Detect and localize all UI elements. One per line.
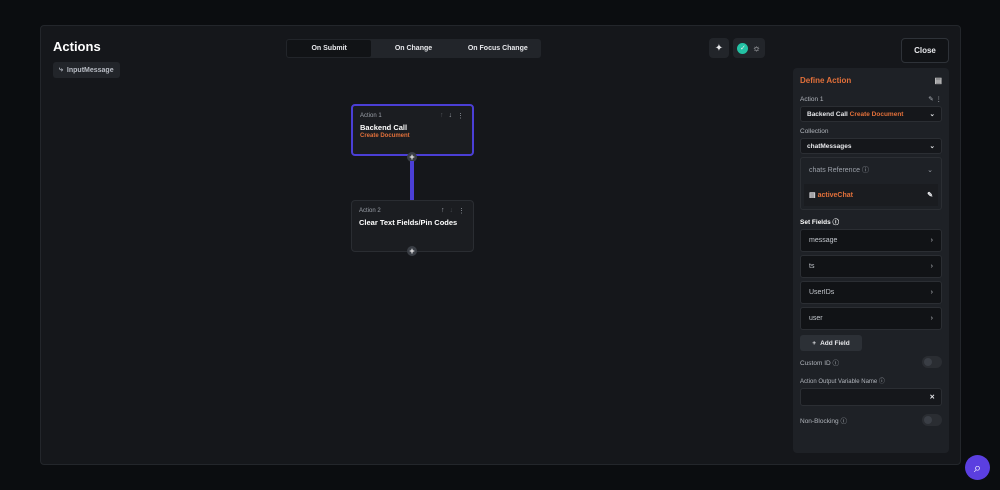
collection-select[interactable]: chatMessages ⌄ [800,138,942,154]
action-type: Backend Call [807,110,848,118]
define-action-panel: Define Action ▤ Action 1 ✎ ⋮ Backend Call … [793,68,949,453]
edit-icon[interactable]: ✎ [927,191,933,199]
chevron-right-icon: › [930,315,933,322]
more-icon[interactable]: ⋮ [457,112,464,120]
output-var-input[interactable]: ✕ [800,388,942,406]
action-name: Backend Call [360,123,408,132]
bug-icon: ☼ [752,43,761,53]
action-subtype: Create Document [849,110,904,118]
reference-label: chats Reference [809,167,860,174]
connector [410,161,414,201]
clear-icon[interactable]: ✕ [930,393,935,401]
info-icon: ⓘ [861,167,869,174]
add-action-button[interactable]: + [407,246,417,256]
field-row[interactable]: message › [800,229,942,252]
plus-icon: + [812,339,817,347]
field-name: ts [809,263,815,270]
non-blocking-toggle[interactable] [922,414,942,426]
action-name: Clear Text Fields/Pin Codes [359,218,458,227]
search-icon: ⌕ [973,459,982,475]
page-title: Actions [53,39,101,54]
action-label: Action 1 [800,95,824,103]
check-icon: ✓ [737,42,749,54]
chevron-down-icon: ⌄ [929,143,935,150]
chevron-right-icon: › [930,263,933,270]
ai-button[interactable]: ✦ [709,38,729,58]
arrow-up-icon[interactable]: ↑ [440,112,444,120]
field-row[interactable]: user › [800,307,942,330]
edit-icon[interactable]: ✎ ⋮ [928,95,942,103]
search-button[interactable]: ⌕ [965,455,990,480]
non-blocking-label: Non-Blocking [800,418,839,425]
trigger-tabs: On Submit On Change On Focus Change [286,39,541,58]
tab-on-submit[interactable]: On Submit [287,40,372,57]
custom-id-label: Custom ID [800,360,831,367]
actions-modal: Actions ⤷ InputMessage On Submit On Chang… [40,25,961,465]
chevron-right-icon: › [930,289,933,296]
brain-icon: ✦ [714,42,724,54]
add-field-button[interactable]: + Add Field [800,335,862,351]
widget-name: InputMessage [66,66,114,74]
arrow-up-icon[interactable]: ↑ [441,207,445,215]
action-type-select[interactable]: Backend Call Create Document ⌄ [800,106,942,122]
widget-icon: ⤷ [59,66,63,73]
chevron-down-icon: ⌄ [929,111,935,118]
collection-value: chatMessages [807,142,852,150]
field-name: message [809,237,838,244]
output-var-label: Action Output Variable Name [800,379,878,385]
widget-chip[interactable]: ⤷ InputMessage [53,62,120,78]
reference-value[interactable]: ▤ activeChat ✎ [804,184,938,206]
tab-on-focus-change[interactable]: On Focus Change [456,40,540,57]
panel-title: Define Action [800,76,852,85]
field-row[interactable]: ts › [800,255,942,278]
field-name: UserIDs [809,289,835,296]
arrow-down-icon[interactable]: ↓ [449,112,453,120]
collection-label: Collection [800,128,829,135]
close-button[interactable]: Close [901,38,949,63]
chevron-right-icon: › [930,237,933,244]
reference-select[interactable]: chats Reference ⓘ ⌄ [804,161,938,179]
action-node-2[interactable]: Action 2 Clear Text Fields/Pin Codes ↑ ↓ ⋮ [351,200,474,252]
field-name: user [809,315,823,322]
variable-icon: ▤ [809,192,816,199]
arrow-down-icon[interactable]: ↓ [450,207,454,215]
custom-id-toggle[interactable] [922,356,942,368]
field-row[interactable]: UserIDs › [800,281,942,304]
add-field-label: Add Field [820,339,850,347]
tab-on-change[interactable]: On Change [371,40,455,57]
debug-button[interactable]: ✓ ☼ [733,38,765,58]
docs-icon[interactable]: ▤ [934,76,942,85]
action-sub: Create Document [360,133,410,139]
info-icon: ⓘ [832,219,840,226]
reference-variable: activeChat [817,192,853,199]
chevron-down-icon: ⌄ [927,167,933,174]
set-fields-label: Set Fields [800,219,831,226]
more-icon[interactable]: ⋮ [458,207,465,215]
action-node-1[interactable]: Action 1 Backend Call Create Document ↑ ↓… [351,104,474,156]
